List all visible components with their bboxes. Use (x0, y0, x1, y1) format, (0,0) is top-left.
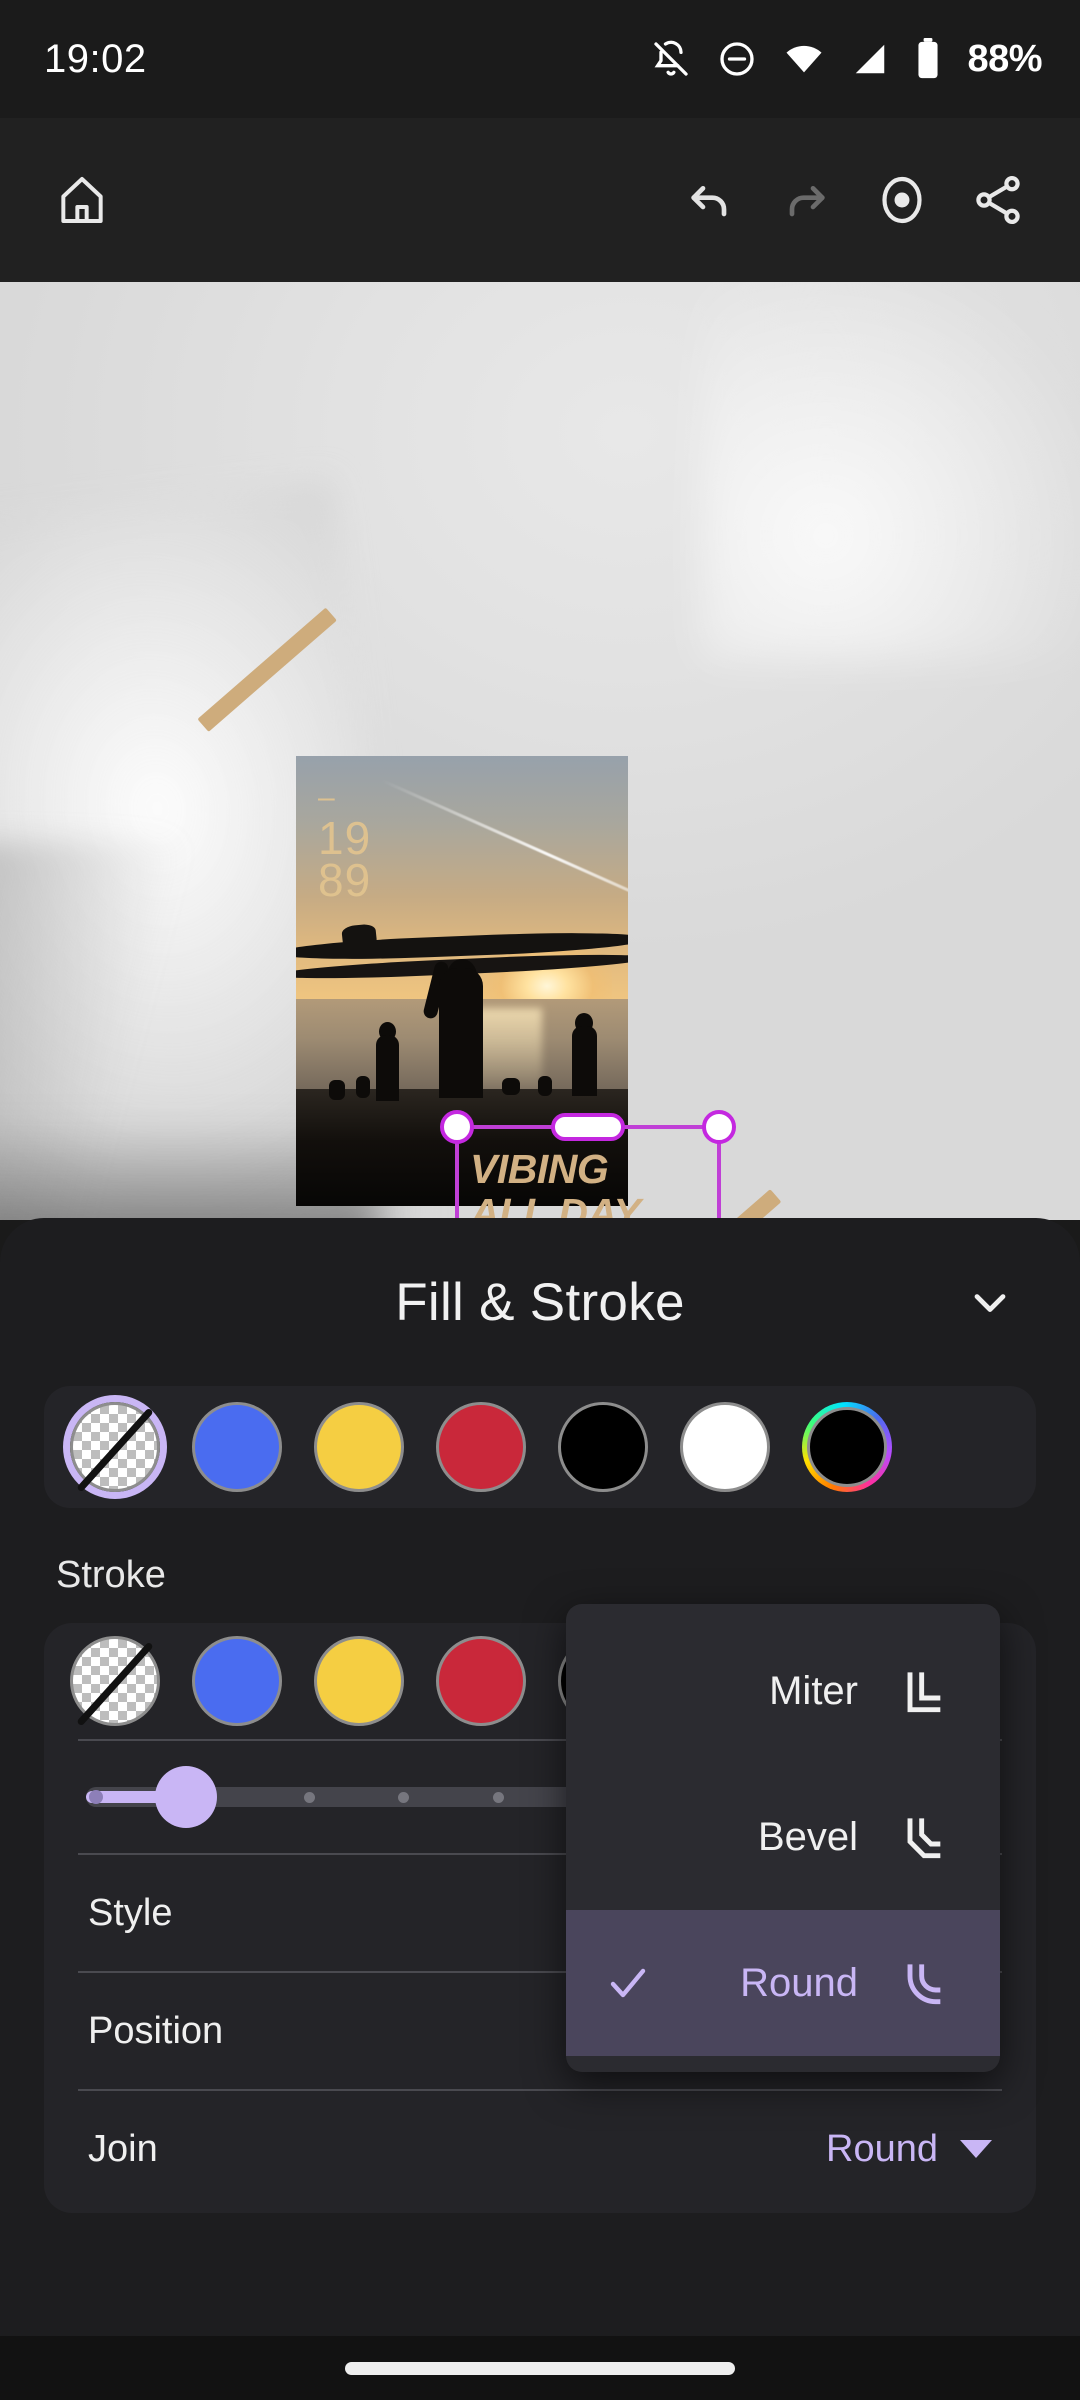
cellular-signal-icon (851, 39, 889, 79)
photo-person-main (438, 967, 483, 1098)
join-option-round-label: Round (740, 1960, 858, 2005)
join-round-icon (892, 1955, 956, 2011)
home-indicator[interactable] (345, 2361, 735, 2375)
headline-line-1: VIBING (470, 1146, 609, 1192)
join-option-round[interactable]: Round (566, 1910, 1000, 2056)
fill-swatch-blue[interactable] (192, 1402, 282, 1492)
fill-swatch-white[interactable] (680, 1402, 770, 1492)
design-canvas[interactable]: – 19 89 VIBING ALL DAY EVERY DAY (0, 282, 1080, 1220)
chevron-down-icon[interactable] (962, 1274, 1018, 1330)
sheet-title: Fill & Stroke (395, 1272, 685, 1332)
stroke-join-value: Round (826, 2127, 938, 2170)
tshirt-top-highlight (700, 282, 1080, 662)
do-not-disturb-icon (717, 39, 757, 79)
notifications-off-icon (651, 39, 691, 79)
design-photo[interactable]: – 19 89 (296, 756, 628, 1206)
undo-icon[interactable] (662, 152, 758, 248)
stroke-row-join[interactable]: Join Round (44, 2091, 1036, 2207)
redo-icon[interactable] (758, 152, 854, 248)
system-navigation-bar (0, 2336, 1080, 2400)
stroke-swatch-transparent[interactable] (70, 1636, 160, 1726)
join-dropdown-menu[interactable]: Miter Bevel Round (566, 1604, 1000, 2072)
photo-year-dash: – (318, 781, 336, 814)
slider-start-dot (89, 1790, 103, 1804)
stroke-style-label: Style (88, 1891, 173, 1934)
join-option-bevel-label: Bevel (757, 1814, 858, 1859)
fill-swatch-yellow[interactable] (314, 1402, 404, 1492)
fill-swatch-custom-color-picker[interactable] (802, 1402, 892, 1492)
stroke-section-label: Stroke (56, 1554, 166, 1596)
editor-toolbar (0, 118, 1080, 282)
status-icons: 88% (651, 38, 1042, 81)
headline-line-2: ALL DAY (470, 1189, 641, 1220)
fill-swatch-red[interactable] (436, 1402, 526, 1492)
wifi-icon (783, 39, 825, 79)
stroke-join-label: Join (88, 2127, 158, 2170)
photo-person-distant-2 (355, 1075, 370, 1098)
stroke-join-value-wrap[interactable]: Round (826, 2128, 992, 2171)
stroke-position-label: Position (88, 2009, 224, 2052)
photo-person-distant-3 (501, 1077, 520, 1095)
stroke-swatch-yellow[interactable] (314, 1636, 404, 1726)
stroke-swatch-blue[interactable] (192, 1636, 282, 1726)
eye-icon[interactable] (854, 152, 950, 248)
stroke-swatch-red[interactable] (436, 1636, 526, 1726)
photo-year-overlay: – 19 89 (318, 781, 371, 904)
fill-swatch-row[interactable] (44, 1386, 1036, 1508)
chevron-down-icon[interactable] (960, 2140, 992, 2158)
photo-surfboard-fin (341, 923, 378, 945)
fill-swatch-transparent[interactable] (70, 1402, 160, 1492)
join-option-bevel[interactable]: Bevel (566, 1764, 1000, 1910)
check-icon (600, 1959, 656, 2007)
join-option-miter-label: Miter (769, 1668, 858, 1713)
headline-text[interactable]: VIBING ALL DAY EVERY DAY (470, 1146, 770, 1220)
slider-thumb[interactable] (155, 1766, 217, 1828)
status-bar: 19:02 88% (0, 0, 1080, 118)
join-option-miter[interactable]: Miter (566, 1618, 1000, 1764)
photo-person-right (571, 1026, 597, 1096)
status-time: 19:02 (44, 36, 147, 81)
photo-person-distant-4 (538, 1075, 553, 1096)
photo-person-left (375, 1035, 399, 1101)
resize-handle-top-right[interactable] (702, 1110, 736, 1144)
battery-percent: 88% (967, 37, 1042, 80)
fill-swatch-black[interactable] (558, 1402, 648, 1492)
app-root: 19:02 88% – 19 89 VIBING ALL DAY Fill & … (0, 0, 1080, 2400)
join-miter-icon (892, 1663, 956, 1719)
photo-person-distant-1 (329, 1080, 346, 1100)
battery-icon (915, 38, 941, 80)
join-bevel-icon (892, 1809, 956, 1865)
sheet-header: Fill & Stroke (0, 1218, 1080, 1386)
home-icon[interactable] (34, 152, 130, 248)
share-icon[interactable] (950, 152, 1046, 248)
photo-year-bottom: 89 (318, 854, 372, 907)
